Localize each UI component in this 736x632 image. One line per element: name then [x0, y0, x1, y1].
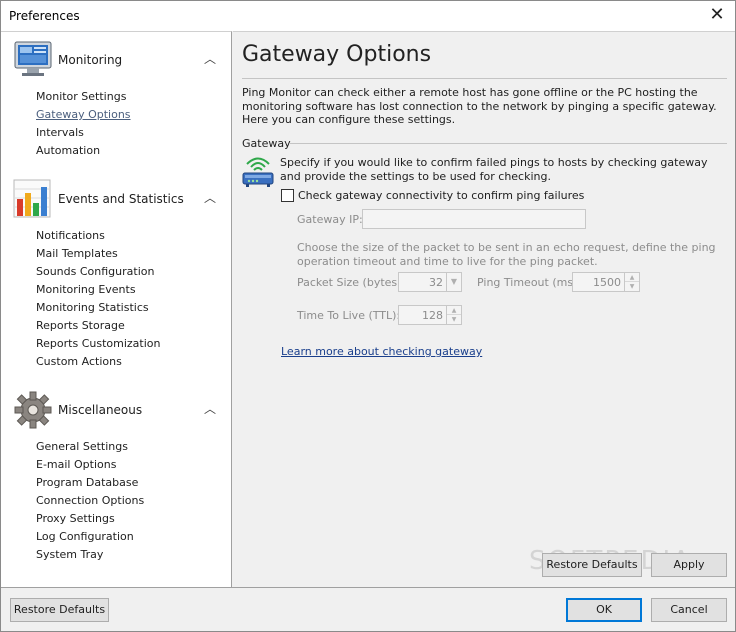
chevron-up-icon[interactable]: ︿ [203, 50, 217, 66]
sidebar-item-sounds-configuration[interactable]: Sounds Configuration [36, 265, 154, 278]
intro-text: Ping Monitor can check either a remote h… [242, 86, 717, 126]
close-button[interactable]: ✕ [703, 3, 731, 29]
apply-button[interactable]: Apply [651, 553, 727, 577]
packet-description: Choose the size of the packet to be sent… [297, 241, 716, 268]
chevron-down-icon[interactable]: ▼ [446, 273, 461, 291]
ttl-label: Time To Live (TTL): [297, 309, 401, 322]
gear-icon [14, 391, 52, 429]
ping-timeout-value: 1500 [593, 276, 621, 289]
close-icon: ✕ [709, 4, 725, 25]
sidebar-item-reports-storage[interactable]: Reports Storage [36, 319, 125, 332]
sidebar-item-custom-actions[interactable]: Custom Actions [36, 355, 122, 368]
gateway-ip-label: Gateway IP: [297, 213, 363, 226]
group-divider [289, 143, 727, 144]
title-divider [242, 78, 727, 79]
chevron-up-icon[interactable]: ︿ [203, 400, 217, 416]
sidebar-item-monitoring-statistics[interactable]: Monitoring Statistics [36, 301, 149, 314]
spin-down-icon[interactable]: ▼ [625, 282, 639, 291]
section-title-miscellaneous: Miscellaneous [58, 403, 143, 417]
ping-timeout-spinner[interactable]: ▲ ▼ [624, 273, 639, 291]
section-events-statistics[interactable]: Events and Statistics ︿ [13, 179, 223, 223]
sidebar-item-monitoring-events[interactable]: Monitoring Events [36, 283, 136, 296]
gateway-ip-field[interactable] [362, 209, 586, 229]
page-title: Gateway Options [242, 42, 432, 67]
packet-size-label: Packet Size (bytes): [297, 276, 406, 289]
spin-down-icon[interactable]: ▼ [447, 315, 461, 324]
chevron-up-icon[interactable]: ︿ [203, 189, 217, 205]
sidebar-item-gateway-options[interactable]: Gateway Options [36, 108, 131, 121]
sidebar-item-system-tray[interactable]: System Tray [36, 548, 103, 561]
gateway-router-icon [242, 157, 274, 187]
sidebar: Monitoring ︿ Monitor Settings Gateway Op… [1, 31, 232, 587]
sidebar-item-reports-customization[interactable]: Reports Customization [36, 337, 160, 350]
section-title-events-statistics: Events and Statistics [58, 192, 184, 206]
group-label-gateway: Gateway [242, 137, 291, 150]
ttl-value: 128 [422, 309, 443, 322]
content-panel: Gateway Options Ping Monitor can check e… [233, 31, 735, 587]
restore-defaults-page-button[interactable]: Restore Defaults [542, 553, 642, 577]
sidebar-item-proxy-settings[interactable]: Proxy Settings [36, 512, 115, 525]
sidebar-item-connection-options[interactable]: Connection Options [36, 494, 144, 507]
sidebar-item-program-database[interactable]: Program Database [36, 476, 138, 489]
sidebar-item-log-configuration[interactable]: Log Configuration [36, 530, 134, 543]
restore-defaults-button[interactable]: Restore Defaults [10, 598, 109, 622]
monitor-icon [14, 41, 52, 76]
sidebar-item-email-options[interactable]: E-mail Options [36, 458, 116, 471]
sidebar-item-general-settings[interactable]: General Settings [36, 440, 128, 453]
cancel-button[interactable]: Cancel [651, 598, 727, 622]
confirm-gateway-checkbox[interactable] [281, 189, 294, 202]
sidebar-item-mail-templates[interactable]: Mail Templates [36, 247, 118, 260]
sidebar-item-notifications[interactable]: Notifications [36, 229, 105, 242]
section-title-monitoring: Monitoring [58, 53, 123, 67]
ttl-field[interactable]: 128 ▲ ▼ [398, 305, 462, 325]
bar-chart-icon [13, 179, 51, 218]
ttl-spinner[interactable]: ▲ ▼ [446, 306, 461, 324]
section-miscellaneous[interactable]: Miscellaneous ︿ [13, 390, 223, 434]
packet-size-field[interactable]: 32 ▼ [398, 272, 462, 292]
preferences-window: Preferences ✕ Monitoring ︿ Monitor Setti… [0, 0, 736, 632]
spin-up-icon[interactable]: ▲ [625, 273, 639, 282]
sidebar-item-automation[interactable]: Automation [36, 144, 100, 157]
spin-up-icon[interactable]: ▲ [447, 306, 461, 315]
packet-size-value: 32 [429, 276, 443, 289]
title-bar: Preferences ✕ [1, 1, 735, 31]
learn-more-link[interactable]: Learn more about checking gateway [281, 345, 482, 358]
gateway-description: Specify if you would like to confirm fai… [280, 156, 708, 183]
dialog-footer: Restore Defaults OK Cancel [1, 587, 735, 631]
ping-timeout-label: Ping Timeout (ms): [477, 276, 582, 289]
sidebar-item-intervals[interactable]: Intervals [36, 126, 84, 139]
ping-timeout-field[interactable]: 1500 ▲ ▼ [572, 272, 640, 292]
sidebar-item-monitor-settings[interactable]: Monitor Settings [36, 90, 126, 103]
ok-button[interactable]: OK [566, 598, 642, 622]
window-title: Preferences [9, 9, 80, 23]
section-monitoring[interactable]: Monitoring ︿ [13, 40, 223, 84]
confirm-gateway-checkbox-label[interactable]: Check gateway connectivity to confirm pi… [298, 189, 584, 202]
